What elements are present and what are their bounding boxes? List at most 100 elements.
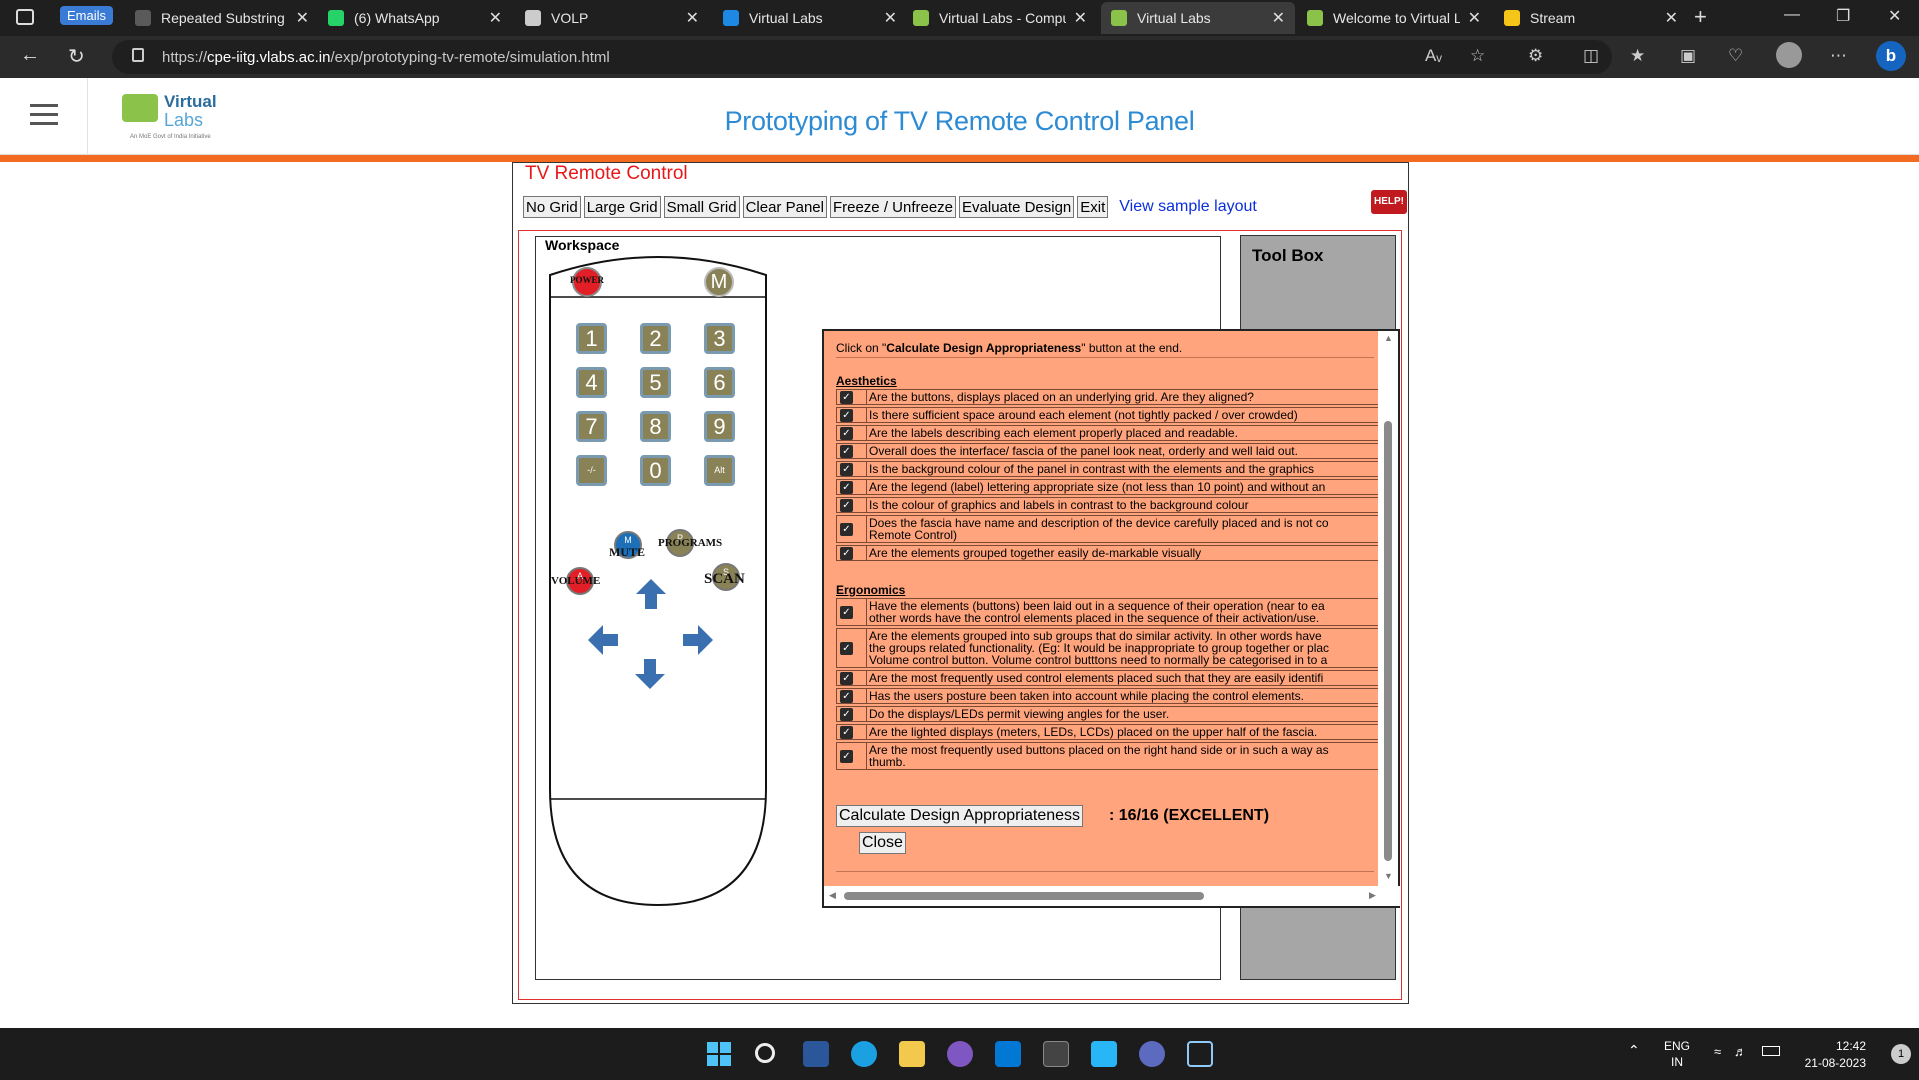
checkbox-checked[interactable]: ✓	[840, 522, 853, 536]
read-aloud-icon[interactable]: Aᵥ	[1425, 46, 1442, 66]
volume-icon[interactable]: ♬	[1734, 1044, 1747, 1059]
virtualbox-icon[interactable]	[1187, 1041, 1213, 1067]
browser-tab[interactable]: Virtual Labs - Compu ✕	[903, 2, 1097, 34]
checkbox-checked[interactable]: ✓	[840, 390, 853, 404]
show-hidden-icons-icon[interactable]: ⌃	[1628, 1042, 1640, 1059]
arrow-left-icon[interactable]	[586, 623, 620, 657]
help-badge[interactable]: HELP!	[1371, 190, 1407, 214]
favorite-star-icon[interactable]: ☆	[1470, 46, 1485, 66]
tab-close-icon[interactable]: ✕	[686, 8, 699, 28]
media-player-icon[interactable]	[1139, 1041, 1165, 1067]
tab-close-icon[interactable]: ✕	[1074, 8, 1087, 28]
minimize-icon[interactable]: —	[1784, 6, 1800, 24]
tab-close-icon[interactable]: ✕	[489, 8, 502, 28]
checkbox-checked[interactable]: ✓	[840, 480, 853, 494]
checkbox-checked[interactable]: ✓	[840, 462, 853, 476]
digit-button[interactable]: 3	[704, 323, 735, 354]
vertical-scroll-thumb[interactable]	[1384, 421, 1392, 861]
freeze-unfreeze-button[interactable]: Freeze / Unfreeze	[829, 196, 957, 218]
tab-actions-icon[interactable]	[16, 9, 34, 25]
browser-tab[interactable]: Stream ✕	[1494, 2, 1688, 34]
browser-tab[interactable]: Repeated Substring P ✕	[125, 2, 319, 34]
url-field[interactable]: https://cpe-iitg.vlabs.ac.in/exp/prototy…	[112, 40, 1612, 74]
checkbox-checked[interactable]: ✓	[840, 671, 853, 685]
arrow-up-icon[interactable]	[634, 577, 668, 611]
digit-button[interactable]: 8	[640, 411, 671, 442]
more-menu-icon[interactable]: ⋯	[1830, 46, 1847, 66]
digit-button[interactable]: 2	[640, 323, 671, 354]
browser-tab[interactable]: VOLP ✕	[515, 2, 709, 34]
browser-tab[interactable]: Virtual Labs ✕	[713, 2, 907, 34]
checkbox-checked[interactable]: ✓	[840, 546, 853, 560]
restore-icon[interactable]: ❐	[1836, 6, 1850, 26]
digit-button[interactable]: 5	[640, 367, 671, 398]
no-grid-button[interactable]: No Grid	[523, 196, 581, 218]
vertical-scrollbar[interactable]: ▲ ▼	[1378, 331, 1398, 887]
tab-close-icon[interactable]: ✕	[296, 8, 309, 28]
tab-close-icon[interactable]: ✕	[884, 8, 897, 28]
checkbox-checked[interactable]: ✓	[840, 707, 853, 721]
digit-button[interactable]: 1	[576, 323, 607, 354]
scroll-up-icon[interactable]: ▲	[1384, 333, 1393, 343]
horizontal-scroll-thumb[interactable]	[844, 892, 1204, 900]
arrow-right-icon[interactable]	[681, 623, 715, 657]
collections-icon[interactable]: ▣	[1680, 46, 1696, 66]
checkbox-checked[interactable]: ✓	[840, 725, 853, 739]
checkbox-checked[interactable]: ✓	[840, 749, 853, 763]
emails-tab-group[interactable]: Emails	[60, 6, 114, 25]
profile-avatar[interactable]	[1776, 42, 1802, 68]
battery-icon[interactable]	[1762, 1046, 1780, 1056]
calculate-design-appropriateness-button[interactable]: Calculate Design Appropriateness	[836, 805, 1084, 827]
vscode-icon[interactable]	[995, 1041, 1021, 1067]
digit-button[interactable]: 4	[576, 367, 607, 398]
wifi-icon[interactable]: ≈	[1714, 1044, 1721, 1059]
digit-button[interactable]: -/-	[576, 455, 607, 486]
word-icon[interactable]	[803, 1041, 829, 1067]
clear-panel-button[interactable]: Clear Panel	[742, 196, 827, 218]
checkbox-checked[interactable]: ✓	[840, 641, 853, 655]
digit-button[interactable]: 0	[640, 455, 671, 486]
file-explorer-icon[interactable]	[899, 1041, 925, 1067]
evaluate-design-button[interactable]: Evaluate Design	[959, 196, 1075, 218]
notepad-icon[interactable]	[1091, 1041, 1117, 1067]
scroll-left-icon[interactable]: ◀	[829, 890, 836, 901]
split-screen-icon[interactable]: ◫	[1583, 46, 1599, 66]
digit-button[interactable]: Alt	[704, 455, 735, 486]
browser-tab[interactable]: Welcome to Virtual L ✕	[1297, 2, 1491, 34]
copilot-icon[interactable]: b	[1876, 41, 1906, 71]
search-icon[interactable]	[755, 1043, 775, 1063]
close-button[interactable]: Close	[859, 832, 906, 854]
browser-tab[interactable]: Virtual Labs ✕	[1101, 2, 1295, 34]
notification-badge[interactable]: 1	[1891, 1044, 1911, 1064]
tab-close-icon[interactable]: ✕	[1272, 8, 1285, 28]
clock[interactable]: 12:42 21-08-2023	[1800, 1038, 1866, 1072]
large-grid-button[interactable]: Large Grid	[583, 196, 661, 218]
checkbox-checked[interactable]: ✓	[840, 444, 853, 458]
refresh-icon[interactable]: ↻	[68, 44, 85, 69]
checkbox-checked[interactable]: ✓	[840, 426, 853, 440]
extensions-icon[interactable]: ⚙	[1528, 46, 1543, 66]
horizontal-scrollbar[interactable]: ◀ ▶	[824, 886, 1400, 906]
back-icon[interactable]: ←	[20, 44, 40, 67]
start-icon[interactable]	[706, 1041, 732, 1067]
terminal-icon[interactable]	[1043, 1041, 1069, 1067]
small-grid-button[interactable]: Small Grid	[663, 196, 740, 218]
browser-tab[interactable]: (6) WhatsApp ✕	[318, 2, 512, 34]
digit-button[interactable]: 6	[704, 367, 735, 398]
tab-close-icon[interactable]: ✕	[1665, 8, 1678, 28]
checkbox-checked[interactable]: ✓	[840, 408, 853, 422]
tab-close-icon[interactable]: ✕	[1468, 8, 1481, 28]
github-desktop-icon[interactable]	[947, 1041, 973, 1067]
checkbox-checked[interactable]: ✓	[840, 605, 853, 619]
view-sample-layout-link[interactable]: View sample layout	[1119, 198, 1257, 216]
menu-button[interactable]: M	[704, 267, 734, 297]
checkbox-checked[interactable]: ✓	[840, 689, 853, 703]
digit-button[interactable]: 7	[576, 411, 607, 442]
close-window-icon[interactable]: ✕	[1888, 6, 1901, 26]
arrow-down-icon[interactable]	[633, 657, 667, 691]
checkbox-checked[interactable]: ✓	[840, 498, 853, 512]
language-indicator[interactable]: ENG IN	[1664, 1038, 1690, 1070]
edge-icon[interactable]	[851, 1041, 877, 1067]
scroll-down-icon[interactable]: ▼	[1384, 871, 1393, 881]
exit-button[interactable]: Exit	[1077, 196, 1109, 218]
